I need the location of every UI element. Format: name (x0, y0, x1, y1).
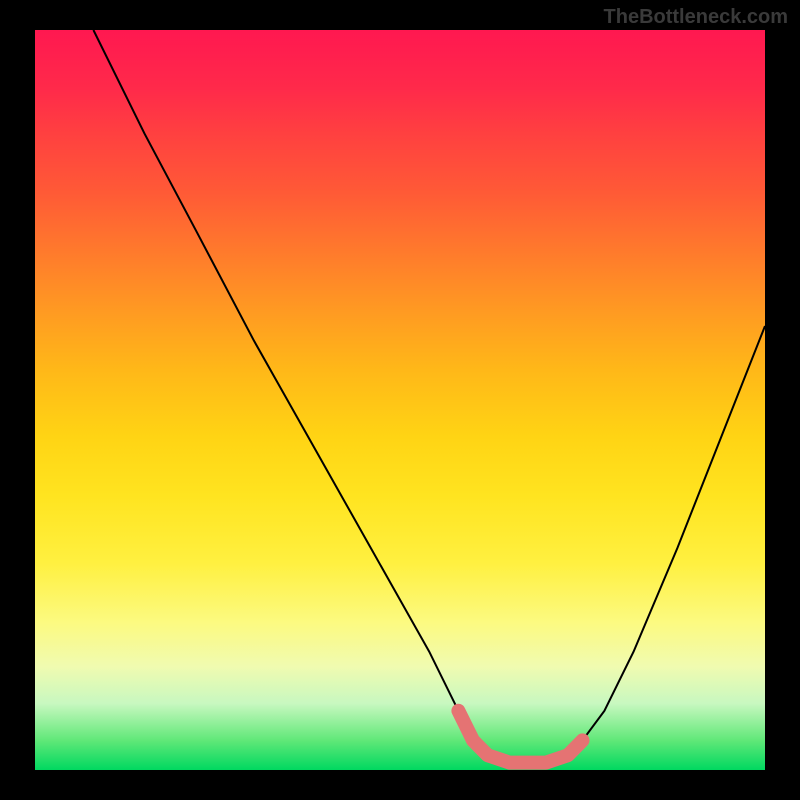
watermark-text: TheBottleneck.com (604, 6, 788, 29)
plot-area (35, 30, 765, 770)
highlight-curve (458, 711, 582, 763)
chart-container: TheBottleneck.com (0, 0, 800, 800)
chart-svg (35, 30, 765, 770)
main-curve (93, 30, 765, 763)
